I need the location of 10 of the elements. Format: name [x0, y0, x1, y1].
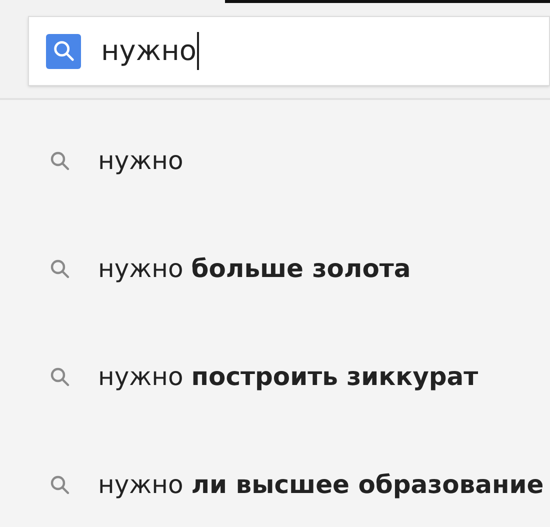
suggestion-item[interactable]: нужно построить зиккурат — [98, 358, 478, 396]
search-icon — [48, 149, 72, 173]
search-button[interactable] — [46, 34, 81, 68]
search-field[interactable]: нужно — [28, 16, 550, 86]
suggestion-item[interactable]: нужно ли высшее образование — [98, 466, 544, 504]
search-icon — [48, 257, 72, 281]
suggestion-item[interactable]: нужно — [98, 142, 184, 180]
search-icon — [48, 365, 72, 389]
suggestion-item[interactable]: нужно больше золота — [98, 250, 411, 288]
search-icon — [48, 473, 72, 497]
